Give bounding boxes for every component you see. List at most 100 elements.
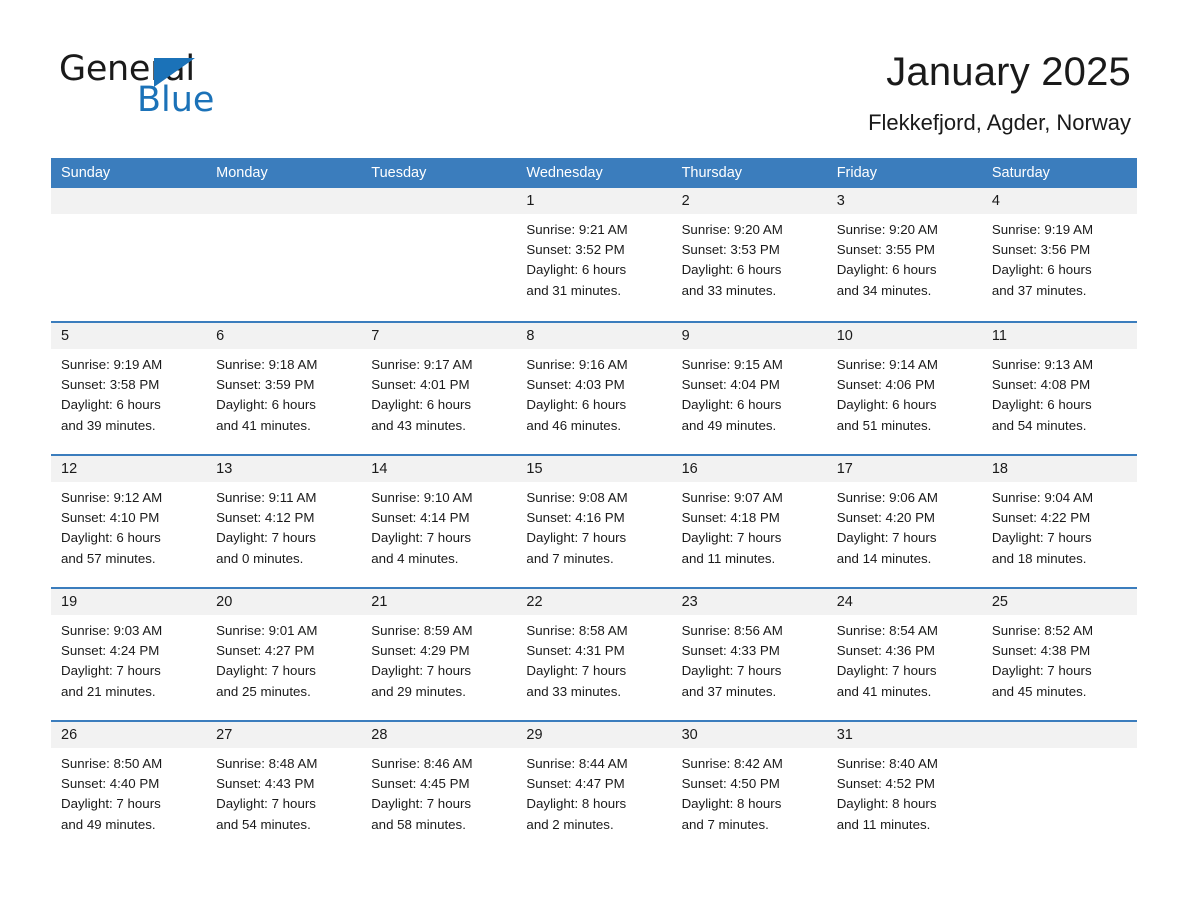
calendar-day-cell[interactable]: 5 Sunrise: 9:19 AM Sunset: 3:58 PM Daylight… [51, 323, 207, 454]
daylight-text-line1: Daylight: 6 hours [836, 262, 937, 278]
day-number: 30 [681, 727, 698, 743]
day-number: 4 [991, 193, 1000, 209]
calendar-week-row: 19 Sunrise: 9:03 AM Sunset: 4:24 PM Dayligh… [51, 587, 1137, 720]
daylight-text-line2: and 54 minutes. [216, 816, 311, 832]
calendar-day-cell[interactable]: 9 Sunrise: 9:15 AM Sunset: 4:04 PM Daylight… [671, 323, 827, 454]
day-number: 3 [836, 193, 845, 209]
day-number: 20 [216, 594, 233, 610]
day-details: Sunrise: 9:19 AM Sunset: 3:58 PM Daylight:… [51, 349, 206, 436]
calendar-day-cell[interactable]: 11 Sunrise: 9:13 AM Sunset: 4:08 PM Dayligh… [981, 323, 1137, 454]
calendar-day-cell[interactable]: 10 Sunrise: 9:14 AM Sunset: 4:06 PM Dayligh… [826, 323, 982, 454]
calendar-day-cell[interactable]: 4 Sunrise: 9:19 AM Sunset: 3:56 PM Daylight… [981, 188, 1137, 321]
daylight-text-line1: Daylight: 7 hours [216, 530, 316, 546]
sunset-text: Sunset: 4:14 PM [371, 510, 470, 526]
day-details: Sunrise: 9:20 AM Sunset: 3:53 PM Daylight:… [672, 214, 827, 301]
page-title: January 2025 [886, 50, 1131, 94]
day-number: 29 [526, 727, 543, 743]
calendar-day-cell[interactable]: 28 Sunrise: 8:46 AM Sunset: 4:45 PM Dayligh… [361, 722, 517, 853]
calendar-day-cell[interactable]: 1 Sunrise: 9:21 AM Sunset: 3:52 PM Daylight… [516, 188, 672, 321]
calendar-day-cell[interactable]: 24 Sunrise: 8:54 AM Sunset: 4:36 PM Dayligh… [826, 589, 982, 720]
daylight-text-line2: and 7 minutes. [526, 550, 614, 566]
day-number-band: 31 [826, 722, 982, 748]
calendar-day-cell[interactable]: 6 Sunrise: 9:18 AM Sunset: 3:59 PM Daylight… [206, 323, 362, 454]
day-number: 17 [836, 461, 853, 477]
sunrise-text: Sunrise: 9:08 AM [526, 490, 628, 505]
day-details: Sunrise: 8:40 AM Sunset: 4:52 PM Daylight:… [827, 748, 982, 835]
weekday-header-tuesday: Tuesday [371, 165, 427, 181]
general-blue-logo[interactable]: General Blue [59, 52, 359, 122]
sunrise-text: Sunrise: 8:42 AM [681, 756, 783, 771]
calendar-day-cell[interactable]: 29 Sunrise: 8:44 AM Sunset: 4:47 PM Dayligh… [516, 722, 672, 853]
day-number-band: 23 [671, 589, 827, 615]
sunset-text: Sunset: 4:31 PM [526, 643, 625, 659]
calendar-day-cell[interactable]: 31 Sunrise: 8:40 AM Sunset: 4:52 PM Dayligh… [826, 722, 982, 853]
daylight-text-line1: Daylight: 7 hours [681, 663, 782, 679]
day-details: Sunrise: 9:14 AM Sunset: 4:06 PM Daylight:… [827, 349, 982, 436]
calendar-day-cell[interactable]: 3 Sunrise: 9:20 AM Sunset: 3:55 PM Daylight… [826, 188, 982, 321]
day-details: Sunrise: 9:01 AM Sunset: 4:27 PM Daylight:… [206, 615, 361, 702]
daylight-text-line2: and 37 minutes. [681, 683, 777, 699]
day-details: Sunrise: 8:44 AM Sunset: 4:47 PM Daylight:… [516, 748, 671, 835]
day-details: Sunrise: 9:19 AM Sunset: 3:56 PM Daylight:… [982, 214, 1137, 301]
daylight-text-line2: and 58 minutes. [371, 816, 466, 832]
sunrise-text: Sunrise: 8:59 AM [371, 623, 473, 638]
day-number-band: 9 [671, 323, 827, 349]
day-number: 12 [61, 461, 78, 477]
calendar-day-cell[interactable]: 2 Sunrise: 9:20 AM Sunset: 3:53 PM Daylight… [671, 188, 827, 321]
calendar-day-cell[interactable]: 25 Sunrise: 8:52 AM Sunset: 4:38 PM Dayligh… [981, 589, 1137, 720]
calendar-day-cell[interactable]: 7 Sunrise: 9:17 AM Sunset: 4:01 PM Daylight… [361, 323, 517, 454]
weekday-header-wednesday: Wednesday [526, 165, 603, 181]
daylight-text-line2: and 2 minutes. [526, 816, 614, 832]
calendar-day-cell[interactable]: 15 Sunrise: 9:08 AM Sunset: 4:16 PM Dayligh… [516, 456, 672, 587]
sunrise-text: Sunrise: 8:40 AM [836, 756, 938, 771]
daylight-text-line1: Daylight: 7 hours [526, 663, 627, 679]
calendar-day-cell[interactable]: 20 Sunrise: 9:01 AM Sunset: 4:27 PM Dayligh… [206, 589, 362, 720]
day-number-band: 20 [206, 589, 362, 615]
day-number: 10 [836, 328, 853, 344]
calendar-day-cell[interactable]: 8 Sunrise: 9:16 AM Sunset: 4:03 PM Daylight… [516, 323, 672, 454]
day-details: Sunrise: 8:46 AM Sunset: 4:45 PM Daylight:… [361, 748, 516, 835]
calendar-day-cell[interactable]: 22 Sunrise: 8:58 AM Sunset: 4:31 PM Dayligh… [516, 589, 672, 720]
sunset-text: Sunset: 4:16 PM [526, 510, 625, 526]
day-number: 11 [991, 328, 1007, 344]
day-details: Sunrise: 8:50 AM Sunset: 4:40 PM Daylight:… [51, 748, 206, 835]
day-number-band: 16 [671, 456, 827, 482]
calendar-day-cell[interactable]: 30 Sunrise: 8:42 AM Sunset: 4:50 PM Dayligh… [671, 722, 827, 853]
daylight-text-line1: Daylight: 6 hours [991, 262, 1092, 278]
day-details: Sunrise: 9:17 AM Sunset: 4:01 PM Daylight:… [361, 349, 516, 436]
calendar-day-cell[interactable]: 23 Sunrise: 8:56 AM Sunset: 4:33 PM Dayligh… [671, 589, 827, 720]
calendar-day-cell[interactable]: 14 Sunrise: 9:10 AM Sunset: 4:14 PM Dayligh… [361, 456, 517, 587]
calendar-day-cell[interactable]: 13 Sunrise: 9:11 AM Sunset: 4:12 PM Dayligh… [206, 456, 362, 587]
sunrise-text: Sunrise: 9:03 AM [61, 623, 163, 638]
calendar-day-cell-empty [981, 722, 1137, 853]
day-number-band [206, 188, 362, 214]
daylight-text-line2: and 39 minutes. [61, 417, 156, 433]
daylight-text-line2: and 14 minutes. [836, 550, 932, 566]
calendar-day-cell[interactable]: 16 Sunrise: 9:07 AM Sunset: 4:18 PM Dayligh… [671, 456, 827, 587]
day-details: Sunrise: 8:52 AM Sunset: 4:38 PM Daylight:… [982, 615, 1137, 702]
day-details: Sunrise: 8:42 AM Sunset: 4:50 PM Daylight:… [672, 748, 827, 835]
calendar-week-row: 12 Sunrise: 9:12 AM Sunset: 4:10 PM Dayligh… [51, 454, 1137, 587]
calendar-day-cell[interactable]: 18 Sunrise: 9:04 AM Sunset: 4:22 PM Dayligh… [981, 456, 1137, 587]
daylight-text-line1: Daylight: 8 hours [681, 796, 782, 812]
daylight-text-line2: and 11 minutes. [681, 550, 776, 566]
day-details: Sunrise: 9:08 AM Sunset: 4:16 PM Daylight:… [516, 482, 671, 569]
day-number-band: 11 [981, 323, 1137, 349]
calendar-day-cell[interactable]: 17 Sunrise: 9:06 AM Sunset: 4:20 PM Dayligh… [826, 456, 982, 587]
weekday-header-saturday: Saturday [991, 165, 1050, 181]
daylight-text-line2: and 33 minutes. [681, 282, 777, 298]
day-details: Sunrise: 9:15 AM Sunset: 4:04 PM Daylight:… [672, 349, 827, 436]
calendar-day-cell[interactable]: 27 Sunrise: 8:48 AM Sunset: 4:43 PM Dayligh… [206, 722, 362, 853]
sunset-text: Sunset: 4:01 PM [371, 377, 470, 393]
daylight-text-line1: Daylight: 7 hours [61, 663, 161, 679]
calendar-day-cell[interactable]: 12 Sunrise: 9:12 AM Sunset: 4:10 PM Dayligh… [51, 456, 207, 587]
daylight-text-line2: and 21 minutes. [61, 683, 156, 699]
calendar-day-cell[interactable]: 19 Sunrise: 9:03 AM Sunset: 4:24 PM Dayligh… [51, 589, 207, 720]
calendar-day-cell[interactable]: 21 Sunrise: 8:59 AM Sunset: 4:29 PM Dayligh… [361, 589, 517, 720]
calendar-day-cell[interactable]: 26 Sunrise: 8:50 AM Sunset: 4:40 PM Dayligh… [51, 722, 207, 853]
weekday-header-monday: Monday [216, 165, 268, 181]
title-block: January 2025 Flekkefjord, Agder, Norway [868, 48, 1131, 136]
weekday-header-sunday: Sunday [61, 165, 111, 181]
sunset-text: Sunset: 3:55 PM [836, 242, 936, 258]
day-details: Sunrise: 9:11 AM Sunset: 4:12 PM Daylight:… [206, 482, 361, 569]
